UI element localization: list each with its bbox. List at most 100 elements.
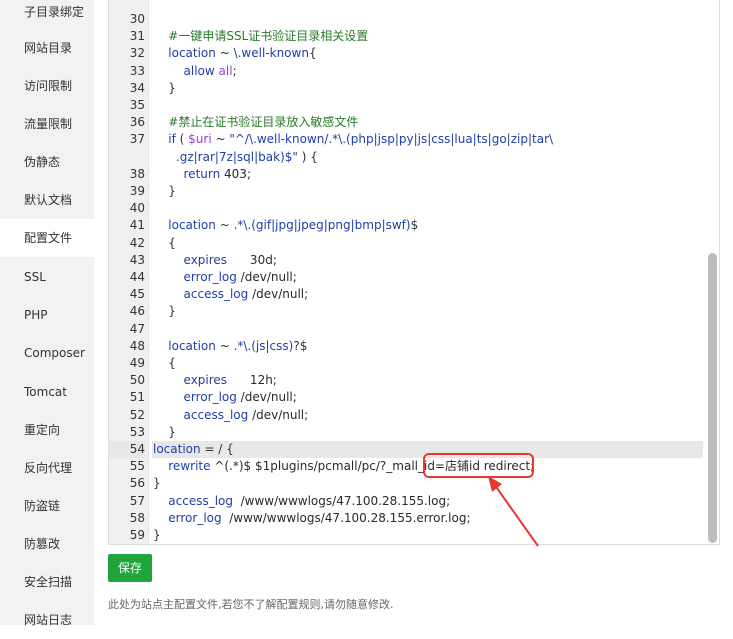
code-token: = / {	[200, 442, 234, 456]
line-number: 51	[129, 390, 145, 405]
code-token: 403;	[220, 166, 251, 181]
sidebar-item[interactable]: 默认文档	[0, 181, 94, 219]
code-token: /www/wwwlogs/47.100.28.155.log;	[233, 493, 451, 508]
code-line: 51 error_log /dev/null;	[109, 389, 709, 406]
code-token: ) {	[297, 149, 318, 164]
code-token: }	[153, 476, 161, 491]
sidebar-item[interactable]: 访问限制	[0, 67, 94, 105]
code-token: /dev/null;	[236, 390, 297, 405]
line-number: 54	[109, 441, 145, 459]
code-token: $uri	[188, 132, 212, 147]
code-text: location ~ .*\.(js|css)?$	[152, 338, 703, 355]
code-token: ;	[232, 63, 237, 78]
code-token: #一键申请SSL证书验证目录相关设置	[168, 29, 369, 44]
code-token: access_log	[183, 407, 249, 422]
annotation-arrow-icon	[488, 476, 539, 547]
line-number: 30	[129, 12, 145, 26]
code-token: error_log	[183, 270, 237, 284]
save-button[interactable]: 保存	[108, 554, 152, 582]
line-number: 53	[129, 424, 145, 439]
code-token: /dev/null;	[248, 407, 309, 422]
code-line: 49 {	[109, 355, 709, 372]
line-number: 46	[129, 304, 145, 319]
code-line: 56}	[109, 475, 709, 492]
code-token: /dev/null;	[248, 287, 309, 302]
sidebar-item[interactable]: 网站目录	[0, 29, 94, 67]
code-line: 39 }	[109, 183, 709, 200]
code-line: 50 expires 12h;	[109, 372, 709, 389]
code-editor[interactable]: 30 31 #一键申请SSL证书验证目录相关设置 32 location ~ \.…	[108, 0, 720, 545]
code-line: .gz|rar|7z|sql|bak)$" ) {	[109, 149, 709, 166]
code-token: access_log	[168, 493, 233, 508]
code-line: 52 access_log /dev/null;	[109, 407, 709, 424]
line-number: 57	[129, 493, 145, 508]
sidebar-item[interactable]: 防篡改	[0, 525, 94, 563]
code-line: 33 allow all;	[109, 63, 709, 80]
code-line: 53 }	[109, 424, 709, 441]
sidebar-item[interactable]: 流量限制	[0, 105, 94, 143]
code-text: #一键申请SSL证书验证目录相关设置	[152, 28, 703, 45]
line-number: 58	[129, 510, 145, 525]
sidebar-item[interactable]: Composer	[0, 334, 94, 372]
code-token: {	[308, 46, 317, 61]
code-line: 46 }	[109, 303, 709, 320]
code-line: 57 access_log /www/wwwlogs/47.100.28.155…	[109, 493, 709, 510]
code-token: .*\.(gif|jpg|jpeg|png|bmp|swf)	[233, 218, 411, 233]
line-number: 59	[129, 528, 145, 542]
sidebar-item[interactable]: 配置文件	[0, 219, 94, 257]
code-text: return 403;	[152, 166, 703, 183]
code-token: expires	[183, 373, 228, 388]
sidebar-item[interactable]: 网站日志	[0, 601, 94, 639]
sidebar-item[interactable]: 子目录绑定	[0, 0, 94, 31]
sidebar-item[interactable]: 反向代理	[0, 449, 94, 487]
line-number: 42	[129, 235, 145, 250]
code-token: ~	[215, 46, 234, 61]
code-text: }	[152, 527, 703, 544]
code-token: }	[153, 80, 176, 95]
sidebar-item[interactable]: Tomcat	[0, 373, 94, 411]
sidebar-item[interactable]: 伪静态	[0, 143, 94, 181]
line-number: 34	[129, 80, 145, 95]
code-token: 30d;	[227, 252, 277, 267]
sidebar-item[interactable]: 安全扫描	[0, 563, 94, 601]
code-token: /www/wwwlogs/47.100.28.155.error.log;	[221, 510, 471, 525]
code-token: ~	[211, 132, 230, 147]
code-token: {	[153, 356, 176, 370]
editor-scrollbar[interactable]	[708, 253, 717, 543]
code-text: location ~ \.well-known{	[152, 45, 703, 62]
code-text: if ( $uri ~ "^/\.well-known/.*\.(php|jsp…	[152, 131, 703, 148]
line-number: 40	[129, 201, 145, 216]
sidebar-item[interactable]: PHP	[0, 296, 94, 334]
code-line: 44 error_log /dev/null;	[109, 269, 709, 286]
code-token: location	[168, 338, 216, 353]
sidebar-item[interactable]: 防盗链	[0, 487, 94, 525]
code-token: ~	[215, 218, 234, 233]
code-line: 34 }	[109, 80, 709, 97]
code-line: 31 #一键申请SSL证书验证目录相关设置	[109, 28, 709, 45]
code-token: {	[153, 235, 176, 250]
code-token: $	[410, 218, 419, 233]
code-token: "^/\.well-known/.*\.(php|jsp|py|js|css|l…	[229, 132, 554, 147]
code-line: 40	[109, 200, 709, 217]
code-token: ?$	[293, 338, 308, 353]
code-text: {	[152, 235, 703, 252]
code-token: }	[153, 424, 176, 439]
sidebar-item[interactable]: 重定向	[0, 411, 94, 449]
code-line: 42 {	[109, 235, 709, 252]
sidebar-item[interactable]: SSL	[0, 258, 94, 296]
code-line: 55 rewrite ^(.*)$ $1plugins/pcmall/pc/?_…	[109, 458, 709, 475]
code-text: error_log /www/wwwlogs/47.100.28.155.err…	[152, 510, 703, 527]
code-text: access_log /dev/null;	[152, 286, 703, 303]
